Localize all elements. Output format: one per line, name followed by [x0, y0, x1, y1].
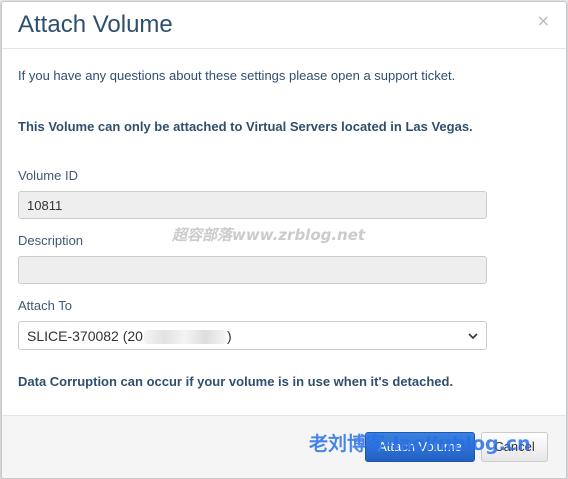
attach-to-select[interactable]: SLICE-370082 (20)	[18, 321, 487, 350]
attach-to-selected-prefix: SLICE-370082 (20	[27, 328, 143, 344]
volume-id-field: 10811	[18, 191, 487, 219]
close-icon[interactable]: ×	[537, 13, 550, 29]
watermark-overlay: 超容部落www.zrblog.net	[172, 226, 366, 244]
watermark-overlay-footer: 老刘博客-laoliublog.cn	[309, 433, 531, 455]
volume-id-label: Volume ID	[18, 168, 78, 183]
modal-title: Attach Volume	[18, 11, 173, 38]
description-label: Description	[18, 233, 84, 248]
description-field	[18, 256, 487, 284]
corruption-warning: Data Corruption can occur if your volume…	[18, 374, 454, 389]
location-warning: This Volume can only be attached to Virt…	[18, 119, 473, 134]
redacted-blur	[143, 330, 226, 345]
support-info-text: If you have any questions about these se…	[18, 68, 456, 83]
chevron-down-icon	[468, 333, 478, 340]
modal-header: Attach Volume ×	[2, 2, 566, 49]
attach-to-label: Attach To	[18, 298, 72, 313]
attach-to-selected-suffix: )	[226, 328, 232, 344]
